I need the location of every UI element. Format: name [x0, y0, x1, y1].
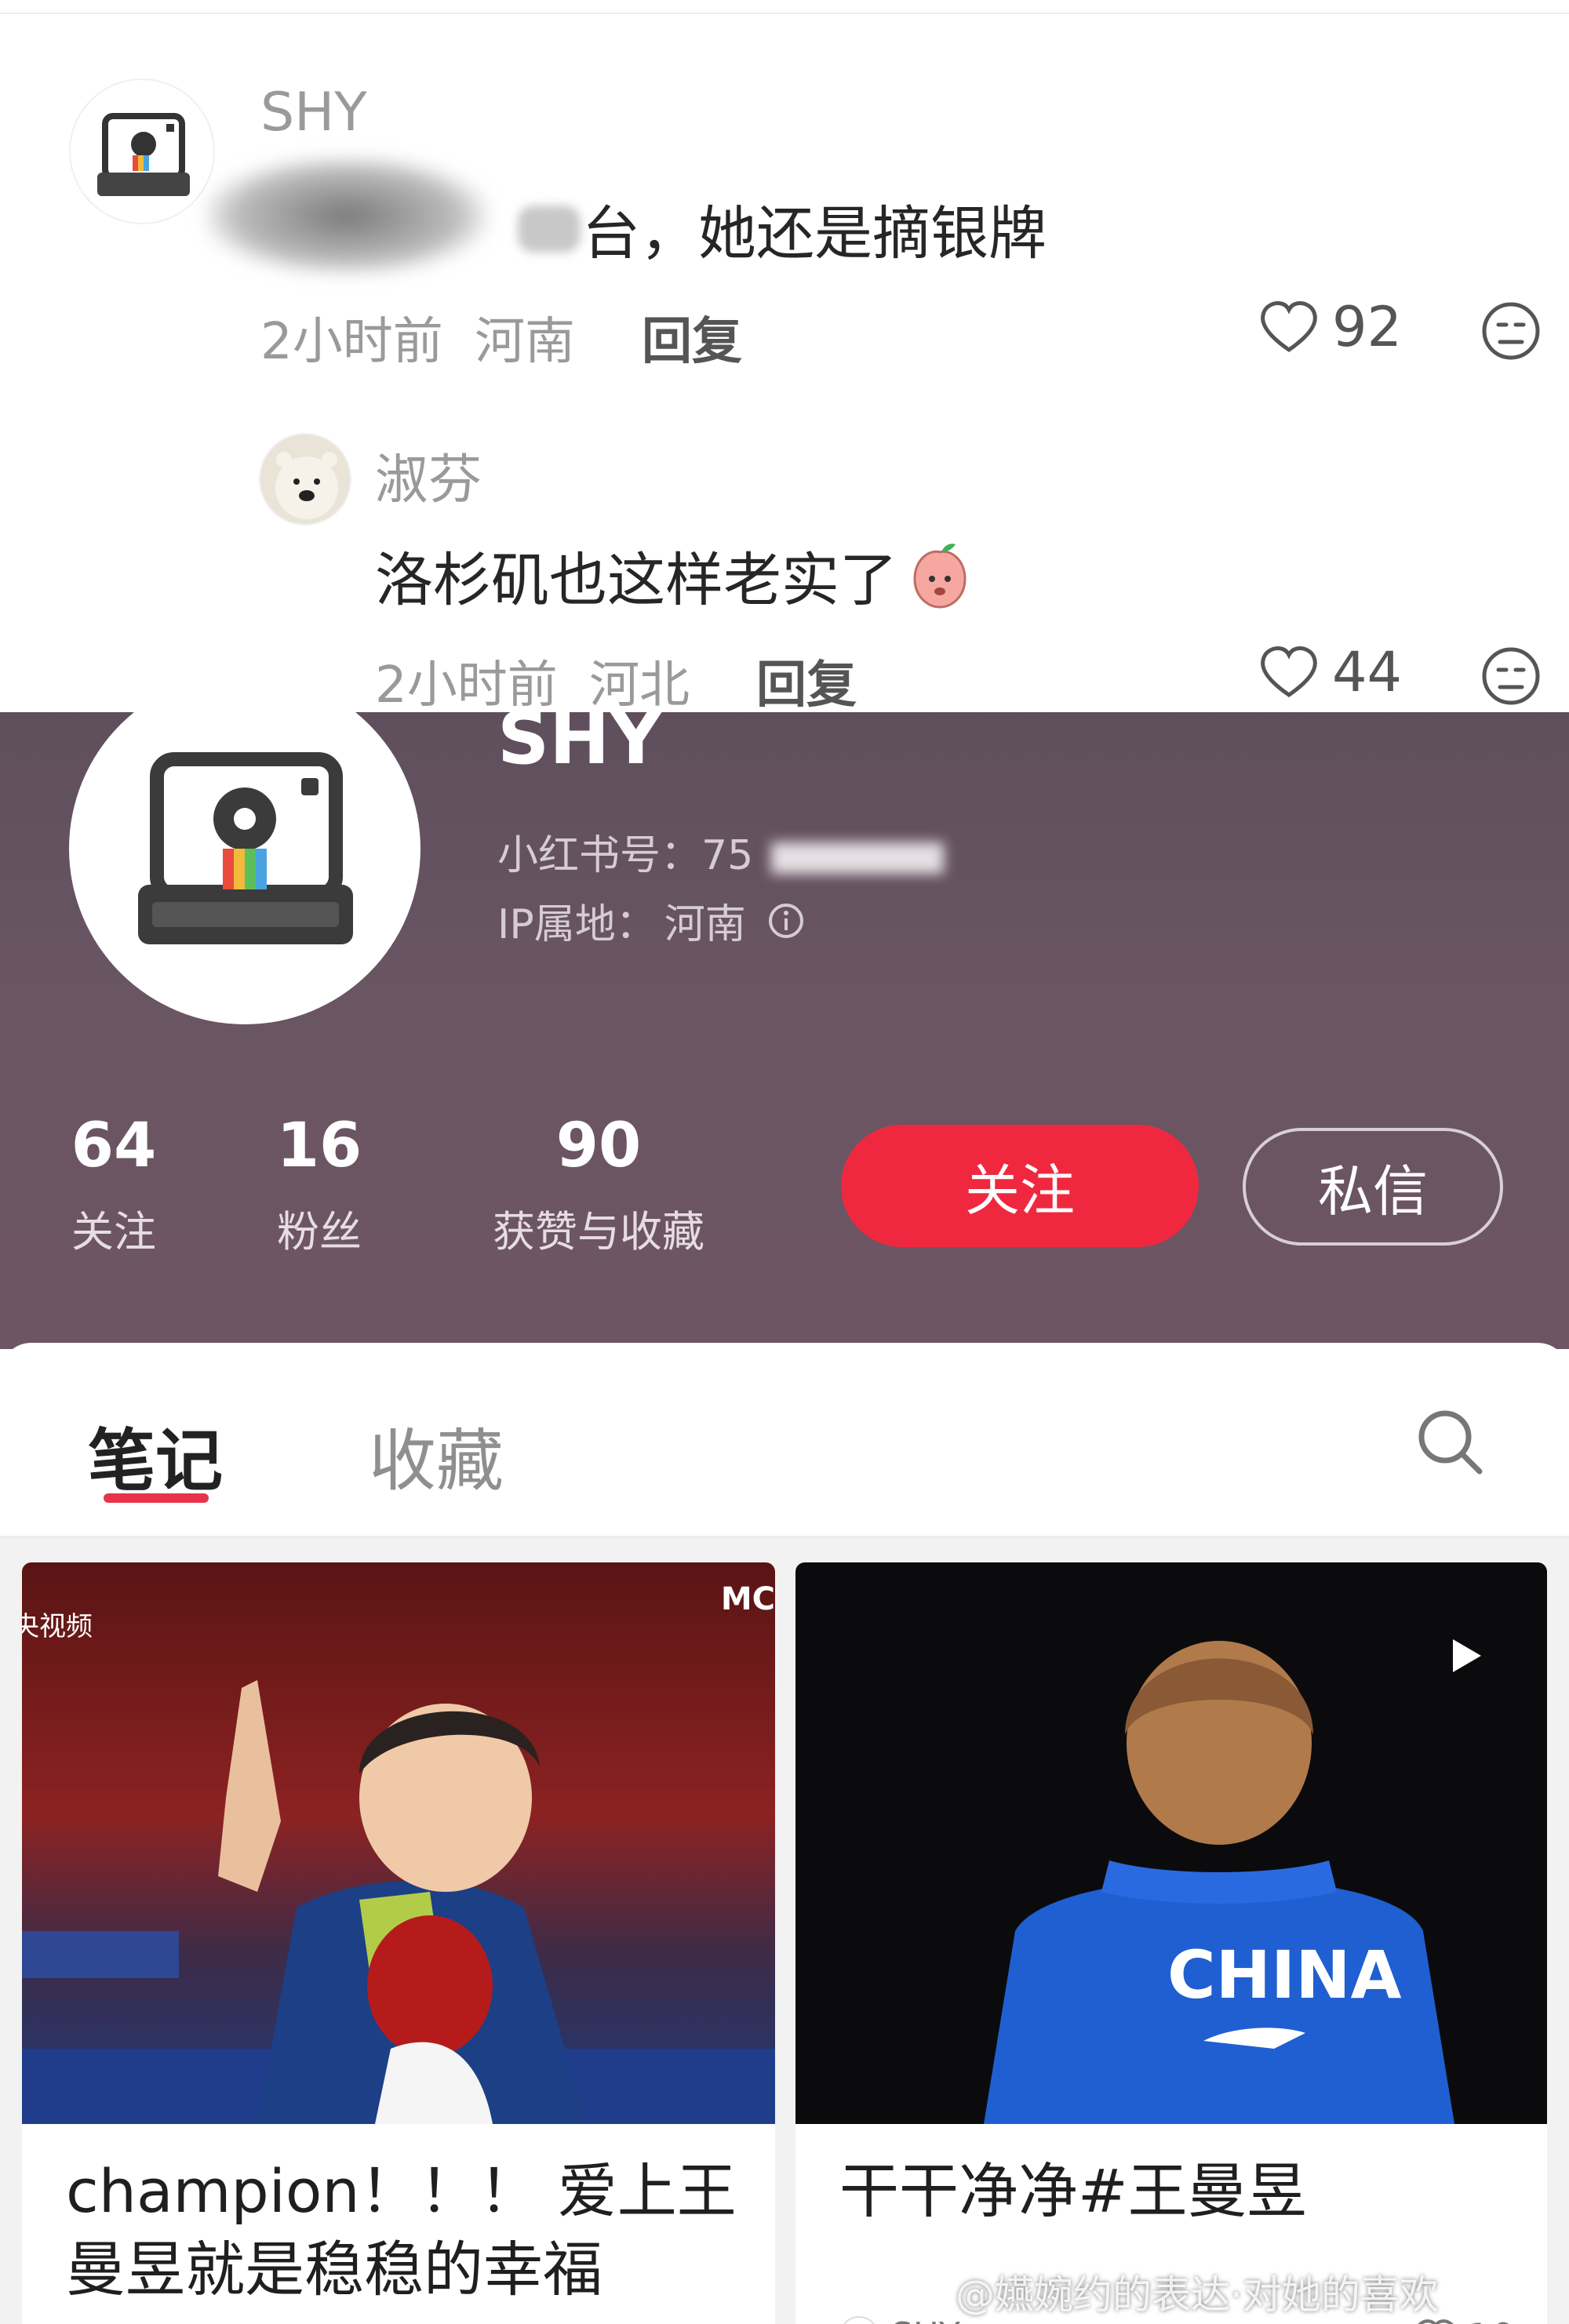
redaction-blur [206, 157, 488, 275]
profile-name: SHY [497, 712, 662, 780]
like-button[interactable]: 92 [1258, 295, 1402, 359]
watermark: @嬿婉约的表达·对她的喜欢 [956, 2272, 1439, 2318]
stat-likes-label: 获赞与收藏 [493, 1207, 704, 1257]
play-icon [1453, 1639, 1481, 1672]
stat-followers-value: 16 [276, 1111, 362, 1181]
profile-avatar[interactable] [69, 712, 420, 1024]
note-card[interactable]: CHINA 干干净净#王曼昱 SHY 10 [795, 1562, 1547, 2324]
note-author-name: SHY [891, 2315, 960, 2324]
reply-button[interactable]: 回复 [642, 301, 742, 373]
play-indicator[interactable] [1448, 1636, 1484, 1678]
note-title[interactable]: 干干净净#王曼昱 [839, 2152, 1516, 2231]
profile-ip-value: 河南 [664, 901, 746, 948]
stat-followers-label: 粉丝 [277, 1207, 362, 1257]
dislike-face-icon [1482, 647, 1540, 705]
profile-ip-row: IP属地： 河南 [497, 891, 806, 950]
stat-likes-value: 90 [555, 1111, 642, 1181]
profile-tabs: 笔记 收藏 [0, 1343, 1569, 1537]
search-icon [1418, 1410, 1483, 1475]
message-button[interactable]: 私信 [1243, 1128, 1503, 1246]
reply-meta: 2小时前 河北 [375, 645, 690, 717]
info-icon[interactable] [766, 901, 806, 940]
like-count: 92 [1332, 295, 1403, 359]
top-divider [0, 13, 1569, 14]
tab-notes[interactable]: 笔记 [88, 1406, 223, 1504]
thumb-logo: MC [720, 1581, 775, 1617]
camera-avatar-icon [97, 113, 190, 196]
note-title[interactable]: champion！！！ 爱上王曼昱就是稳稳的幸福 [66, 2152, 744, 2309]
note-author[interactable]: SHY [839, 2315, 960, 2324]
note-like-count: 10 [1465, 2315, 1516, 2324]
reply-location: 河北 [589, 656, 690, 715]
player-photo [22, 1562, 775, 2124]
profile-id-label: 小红书号： [497, 832, 702, 879]
note-thumbnail[interactable]: CHINA [795, 1562, 1547, 2124]
reply-like-count: 44 [1332, 640, 1403, 704]
note-card[interactable]: 央视频 MC champion！！！ 爱上王曼昱就是稳稳的幸福 [22, 1562, 775, 2324]
reply-text-wrap: 洛杉矶也这样老实了 [375, 533, 977, 617]
profile-id-row: 小红书号：75 [497, 822, 944, 881]
stat-following[interactable]: 64 关注 [55, 1111, 173, 1259]
notes-grid: 央视频 MC champion！！！ 爱上王曼昱就是稳稳的幸福 CHINA 干干… [0, 1539, 1569, 2324]
comment-location: 河南 [475, 313, 576, 371]
stat-followers[interactable]: 16 粉丝 [260, 1111, 378, 1259]
active-tab-indicator [104, 1493, 209, 1503]
tab-collections[interactable]: 收藏 [369, 1406, 504, 1504]
follow-button[interactable]: 关注 [841, 1125, 1199, 1247]
search-button[interactable] [1412, 1404, 1487, 1482]
dislike-face-icon [1482, 302, 1540, 360]
profile-header: SHY 小红书号：75 IP属地： 河南 64 关注 16 粉丝 90 获赞与收… [0, 712, 1569, 1349]
stat-likes-collects[interactable]: 90 获赞与收藏 [477, 1111, 720, 1259]
profile-id-value: 75 [701, 832, 754, 879]
reply-author[interactable]: 淑芬 [375, 436, 482, 514]
camera-avatar-icon [843, 2315, 876, 2324]
camera-avatar-icon [138, 752, 353, 944]
id-redaction [770, 842, 944, 874]
comment-meta-time: 2小时前 河南 [260, 301, 575, 373]
reply-time: 2小时前 [375, 656, 558, 715]
reply-reply-button[interactable]: 回复 [756, 645, 857, 717]
reply-like-button[interactable]: 44 [1258, 640, 1402, 704]
comment-section: SHY 台，她还是摘银牌 2小时前 河南 回复 92 淑芬 洛杉矶也这样老实了 … [0, 0, 1569, 715]
comment-author[interactable]: SHY [260, 82, 367, 144]
reply-avatar-shufen[interactable] [259, 433, 351, 526]
thumb-source-tag: 央视频 [22, 1611, 93, 1642]
heart-icon [1261, 301, 1317, 353]
note-thumbnail[interactable]: 央视频 MC [22, 1562, 775, 2124]
reply-text: 洛杉矶也这样老实了 [375, 547, 897, 614]
bear-avatar-icon [260, 435, 350, 524]
stat-following-value: 64 [71, 1111, 157, 1181]
peach-emoji-icon [913, 543, 967, 609]
comment-time: 2小时前 [260, 313, 443, 371]
profile-ip-label: IP属地： [497, 901, 657, 948]
dislike-button[interactable] [1480, 300, 1542, 366]
heart-icon [1261, 646, 1317, 698]
redaction-blur-small [518, 205, 581, 253]
stat-following-label: 关注 [71, 1207, 156, 1257]
jersey-text: CHINA [1167, 1937, 1402, 2013]
comment-text: 台，她还是摘银牌 [582, 200, 1047, 267]
reply-dislike-button[interactable] [1480, 645, 1542, 711]
comment-avatar-shy[interactable] [69, 78, 215, 224]
player-back-photo: CHINA [795, 1562, 1547, 2124]
